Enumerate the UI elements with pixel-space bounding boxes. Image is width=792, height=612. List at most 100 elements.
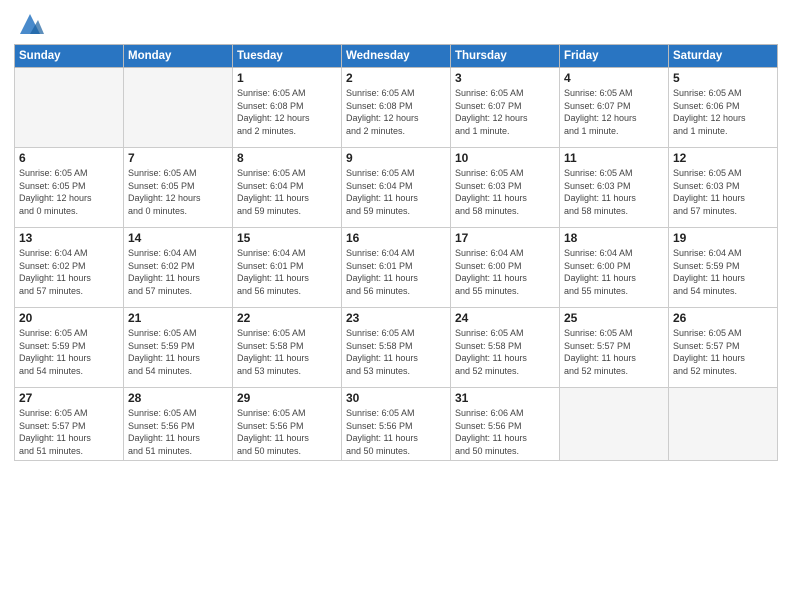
day-number: 11 xyxy=(564,151,664,165)
header-day-sunday: Sunday xyxy=(15,45,124,68)
day-number: 23 xyxy=(346,311,446,325)
header-day-saturday: Saturday xyxy=(669,45,778,68)
week-row-1: 1 Sunrise: 6:05 AM Sunset: 6:08 PM Daylig… xyxy=(15,68,778,148)
calendar-cell: 28 Sunrise: 6:05 AM Sunset: 5:56 PM Dayli… xyxy=(124,388,233,461)
day-number: 1 xyxy=(237,71,337,85)
week-row-2: 6 Sunrise: 6:05 AM Sunset: 6:05 PM Daylig… xyxy=(15,148,778,228)
calendar-cell: 4 Sunrise: 6:05 AM Sunset: 6:07 PM Daylig… xyxy=(560,68,669,148)
day-number: 20 xyxy=(19,311,119,325)
day-number: 8 xyxy=(237,151,337,165)
calendar-cell: 5 Sunrise: 6:05 AM Sunset: 6:06 PM Daylig… xyxy=(669,68,778,148)
header-row: SundayMondayTuesdayWednesdayThursdayFrid… xyxy=(15,45,778,68)
day-info: Sunrise: 6:05 AM Sunset: 5:57 PM Dayligh… xyxy=(564,327,664,377)
calendar-cell: 27 Sunrise: 6:05 AM Sunset: 5:57 PM Dayli… xyxy=(15,388,124,461)
day-info: Sunrise: 6:04 AM Sunset: 6:00 PM Dayligh… xyxy=(455,247,555,297)
day-number: 5 xyxy=(673,71,773,85)
day-number: 30 xyxy=(346,391,446,405)
day-info: Sunrise: 6:05 AM Sunset: 5:57 PM Dayligh… xyxy=(19,407,119,457)
day-info: Sunrise: 6:06 AM Sunset: 5:56 PM Dayligh… xyxy=(455,407,555,457)
day-number: 31 xyxy=(455,391,555,405)
calendar-cell: 22Sunrise: 6:05 AM Sunset: 5:58 PM Dayli… xyxy=(233,308,342,388)
day-info: Sunrise: 6:05 AM Sunset: 6:03 PM Dayligh… xyxy=(455,167,555,217)
day-number: 25 xyxy=(564,311,664,325)
day-info: Sunrise: 6:04 AM Sunset: 6:02 PM Dayligh… xyxy=(128,247,228,297)
calendar-cell: 1 Sunrise: 6:05 AM Sunset: 6:08 PM Daylig… xyxy=(233,68,342,148)
calendar-cell: 7 Sunrise: 6:05 AM Sunset: 6:05 PM Daylig… xyxy=(124,148,233,228)
day-number: 12 xyxy=(673,151,773,165)
calendar-cell: 18Sunrise: 6:04 AM Sunset: 6:00 PM Dayli… xyxy=(560,228,669,308)
calendar-cell: 26 Sunrise: 6:05 AM Sunset: 5:57 PM Dayli… xyxy=(669,308,778,388)
day-info: Sunrise: 6:05 AM Sunset: 5:59 PM Dayligh… xyxy=(19,327,119,377)
day-number: 13 xyxy=(19,231,119,245)
calendar-cell: 13 Sunrise: 6:04 AM Sunset: 6:02 PM Dayli… xyxy=(15,228,124,308)
day-number: 10 xyxy=(455,151,555,165)
day-info: Sunrise: 6:05 AM Sunset: 5:56 PM Dayligh… xyxy=(128,407,228,457)
day-number: 6 xyxy=(19,151,119,165)
calendar-cell xyxy=(15,68,124,148)
calendar-cell: 3 Sunrise: 6:05 AM Sunset: 6:07 PM Daylig… xyxy=(451,68,560,148)
calendar-cell: 29Sunrise: 6:05 AM Sunset: 5:56 PM Dayli… xyxy=(233,388,342,461)
day-info: Sunrise: 6:04 AM Sunset: 6:01 PM Dayligh… xyxy=(237,247,337,297)
header-day-friday: Friday xyxy=(560,45,669,68)
calendar-cell: 2Sunrise: 6:05 AM Sunset: 6:08 PM Daylig… xyxy=(342,68,451,148)
day-info: Sunrise: 6:05 AM Sunset: 6:05 PM Dayligh… xyxy=(19,167,119,217)
week-row-5: 27 Sunrise: 6:05 AM Sunset: 5:57 PM Dayli… xyxy=(15,388,778,461)
day-number: 2 xyxy=(346,71,446,85)
week-row-3: 13 Sunrise: 6:04 AM Sunset: 6:02 PM Dayli… xyxy=(15,228,778,308)
day-number: 28 xyxy=(128,391,228,405)
day-info: Sunrise: 6:05 AM Sunset: 5:58 PM Dayligh… xyxy=(455,327,555,377)
calendar-cell xyxy=(124,68,233,148)
logo-icon xyxy=(16,10,44,38)
calendar-cell: 17 Sunrise: 6:04 AM Sunset: 6:00 PM Dayli… xyxy=(451,228,560,308)
calendar-cell: 6 Sunrise: 6:05 AM Sunset: 6:05 PM Daylig… xyxy=(15,148,124,228)
day-info: Sunrise: 6:05 AM Sunset: 6:03 PM Dayligh… xyxy=(673,167,773,217)
calendar-cell: 19 Sunrise: 6:04 AM Sunset: 5:59 PM Dayli… xyxy=(669,228,778,308)
day-number: 9 xyxy=(346,151,446,165)
day-number: 4 xyxy=(564,71,664,85)
day-info: Sunrise: 6:05 AM Sunset: 6:04 PM Dayligh… xyxy=(237,167,337,217)
day-number: 21 xyxy=(128,311,228,325)
day-number: 29 xyxy=(237,391,337,405)
day-info: Sunrise: 6:04 AM Sunset: 6:02 PM Dayligh… xyxy=(19,247,119,297)
calendar-cell xyxy=(560,388,669,461)
calendar-table: SundayMondayTuesdayWednesdayThursdayFrid… xyxy=(14,44,778,461)
day-number: 14 xyxy=(128,231,228,245)
day-info: Sunrise: 6:04 AM Sunset: 5:59 PM Dayligh… xyxy=(673,247,773,297)
calendar-cell: 9 Sunrise: 6:05 AM Sunset: 6:04 PM Daylig… xyxy=(342,148,451,228)
header-day-tuesday: Tuesday xyxy=(233,45,342,68)
calendar-cell: 14 Sunrise: 6:04 AM Sunset: 6:02 PM Dayli… xyxy=(124,228,233,308)
day-number: 16 xyxy=(346,231,446,245)
day-number: 19 xyxy=(673,231,773,245)
day-info: Sunrise: 6:05 AM Sunset: 6:08 PM Dayligh… xyxy=(237,87,337,137)
calendar-cell: 23Sunrise: 6:05 AM Sunset: 5:58 PM Dayli… xyxy=(342,308,451,388)
calendar-cell: 10 Sunrise: 6:05 AM Sunset: 6:03 PM Dayli… xyxy=(451,148,560,228)
calendar-cell: 21 Sunrise: 6:05 AM Sunset: 5:59 PM Dayli… xyxy=(124,308,233,388)
page: SundayMondayTuesdayWednesdayThursdayFrid… xyxy=(0,0,792,612)
calendar-cell: 25 Sunrise: 6:05 AM Sunset: 5:57 PM Dayli… xyxy=(560,308,669,388)
day-info: Sunrise: 6:04 AM Sunset: 6:01 PM Dayligh… xyxy=(346,247,446,297)
day-number: 18 xyxy=(564,231,664,245)
day-number: 15 xyxy=(237,231,337,245)
day-info: Sunrise: 6:05 AM Sunset: 6:03 PM Dayligh… xyxy=(564,167,664,217)
day-info: Sunrise: 6:05 AM Sunset: 5:57 PM Dayligh… xyxy=(673,327,773,377)
day-number: 26 xyxy=(673,311,773,325)
day-info: Sunrise: 6:05 AM Sunset: 5:56 PM Dayligh… xyxy=(346,407,446,457)
day-number: 24 xyxy=(455,311,555,325)
day-info: Sunrise: 6:05 AM Sunset: 5:58 PM Dayligh… xyxy=(237,327,337,377)
calendar-cell: 31 Sunrise: 6:06 AM Sunset: 5:56 PM Dayli… xyxy=(451,388,560,461)
day-info: Sunrise: 6:05 AM Sunset: 6:05 PM Dayligh… xyxy=(128,167,228,217)
day-info: Sunrise: 6:05 AM Sunset: 6:06 PM Dayligh… xyxy=(673,87,773,137)
header-day-thursday: Thursday xyxy=(451,45,560,68)
day-info: Sunrise: 6:05 AM Sunset: 6:07 PM Dayligh… xyxy=(564,87,664,137)
day-info: Sunrise: 6:05 AM Sunset: 6:07 PM Dayligh… xyxy=(455,87,555,137)
calendar-cell: 16 Sunrise: 6:04 AM Sunset: 6:01 PM Dayli… xyxy=(342,228,451,308)
day-number: 27 xyxy=(19,391,119,405)
day-number: 7 xyxy=(128,151,228,165)
day-number: 17 xyxy=(455,231,555,245)
calendar-cell: 12 Sunrise: 6:05 AM Sunset: 6:03 PM Dayli… xyxy=(669,148,778,228)
day-number: 3 xyxy=(455,71,555,85)
calendar-cell: 24 Sunrise: 6:05 AM Sunset: 5:58 PM Dayli… xyxy=(451,308,560,388)
header xyxy=(14,10,778,38)
day-info: Sunrise: 6:05 AM Sunset: 5:59 PM Dayligh… xyxy=(128,327,228,377)
day-info: Sunrise: 6:05 AM Sunset: 6:04 PM Dayligh… xyxy=(346,167,446,217)
